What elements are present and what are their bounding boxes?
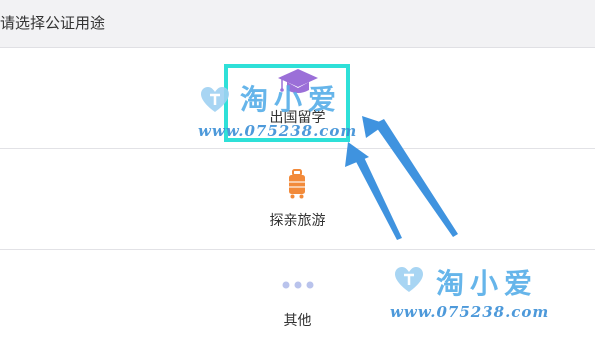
option-study-abroad[interactable]: 出国留学	[0, 48, 595, 149]
graduation-cap-icon	[278, 69, 318, 93]
page-title: 请选择公证用途	[0, 14, 106, 32]
header-bar: 请选择公证用途	[0, 0, 595, 48]
option-label: 出国留学	[269, 110, 326, 126]
more-dots-icon	[282, 281, 314, 289]
option-other[interactable]: 其他	[0, 250, 595, 340]
option-label: 其他	[283, 313, 312, 329]
option-label: 探亲旅游	[269, 213, 326, 229]
option-family-travel[interactable]: 探亲旅游	[0, 149, 595, 250]
luggage-icon	[289, 169, 305, 199]
